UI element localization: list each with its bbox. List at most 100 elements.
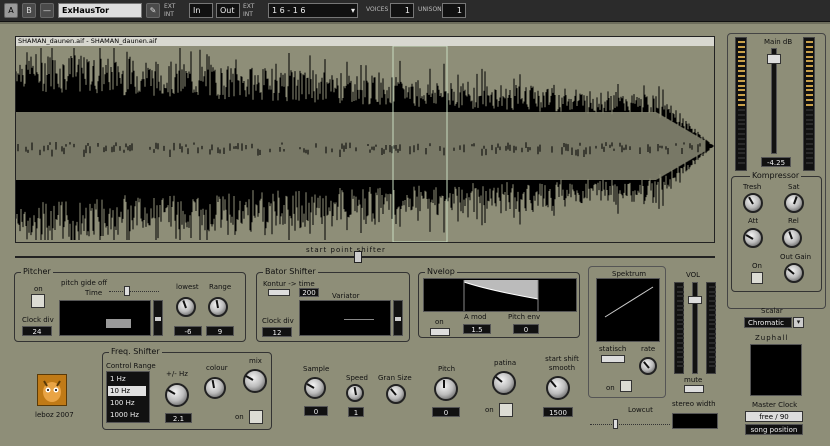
lowcut-label: Lowcut — [628, 406, 653, 414]
start-shift-smooth-knob[interactable] — [546, 376, 570, 400]
scalar-select[interactable]: Chromatic — [744, 317, 792, 328]
voices-field[interactable]: 1 — [390, 3, 414, 18]
sample-knob[interactable] — [304, 377, 326, 399]
hz-value[interactable]: 2.1 — [165, 413, 192, 423]
lowest-knob[interactable] — [176, 297, 196, 317]
range-knob[interactable] — [208, 297, 228, 317]
pitch-scroll-track[interactable] — [153, 300, 163, 336]
pitch-value[interactable]: 0 — [432, 407, 460, 417]
pitch-env-value[interactable]: 0 — [513, 324, 539, 334]
meter-segment — [677, 318, 684, 321]
meter-segment — [738, 41, 745, 43]
slot-a-button[interactable]: A — [4, 3, 18, 18]
glide-slider-handle[interactable] — [124, 286, 130, 296]
meter-segment — [709, 365, 716, 368]
nvelop-on-button[interactable] — [430, 328, 450, 336]
meter-segment — [677, 286, 684, 288]
mix-knob[interactable] — [243, 369, 267, 393]
glide-slider-track[interactable] — [109, 291, 159, 292]
meter-segment — [709, 309, 716, 312]
att-knob[interactable] — [743, 228, 763, 248]
thresh-knob[interactable] — [743, 193, 763, 213]
range-option-10hz[interactable]: 10 Hz — [108, 386, 146, 396]
sat-knob[interactable] — [784, 193, 804, 213]
start-shift-smooth-value[interactable]: 1500 — [543, 407, 573, 417]
instrument-name-field[interactable]: ExHausTor — [58, 3, 142, 18]
lowcut-slider-track[interactable] — [590, 424, 670, 425]
patina-on-toggle[interactable] — [499, 403, 513, 417]
patina-knob[interactable] — [492, 371, 516, 395]
chevron-down-icon[interactable]: ▾ — [793, 317, 804, 328]
vol-label: VOL — [686, 271, 701, 279]
hz-knob[interactable] — [165, 383, 189, 407]
spektrum-display[interactable] — [596, 278, 660, 342]
rel-knob[interactable] — [782, 228, 802, 248]
unison-field[interactable]: 1 — [442, 3, 466, 18]
pitch-knob[interactable] — [434, 377, 458, 401]
kontur-button[interactable] — [268, 289, 290, 296]
a-mod-value[interactable]: 1.5 — [463, 324, 491, 334]
spektrum-on-toggle[interactable] — [620, 380, 632, 392]
waveform-display[interactable]: SHAMAN_daunen.aif - SHAMAN_daunen.aif — [15, 36, 715, 243]
meter-segment — [806, 50, 813, 53]
variator-scroll-track[interactable] — [393, 300, 403, 336]
meter-segment — [677, 323, 684, 326]
rate-knob[interactable] — [639, 357, 657, 375]
out-gain-knob[interactable] — [784, 263, 804, 283]
meter-segment — [738, 118, 745, 121]
variator-display[interactable] — [299, 300, 391, 336]
sample-value[interactable]: 0 — [304, 406, 328, 416]
gran-size-knob[interactable] — [386, 384, 406, 404]
range-option-1hz[interactable]: 1 Hz — [108, 374, 146, 384]
bator-clock-div-value[interactable]: 12 — [262, 327, 292, 337]
lowest-value[interactable]: -6 — [174, 326, 202, 336]
statisch-button[interactable] — [601, 355, 625, 363]
start-shifter-track[interactable] — [15, 256, 715, 258]
collapse-button[interactable]: — — [40, 3, 54, 18]
colour-knob[interactable] — [204, 377, 226, 399]
meter-segment — [806, 128, 813, 131]
meter-segment — [709, 346, 716, 349]
pitcher-on-toggle[interactable] — [31, 294, 45, 308]
wrench-icon[interactable]: ✎ — [146, 3, 160, 18]
vol-slider-handle[interactable] — [688, 296, 702, 304]
meter-segment — [709, 300, 716, 302]
range-option-1000hz[interactable]: 1000 Hz — [108, 410, 146, 420]
pitcher-clock-div-value[interactable]: 24 — [22, 326, 52, 336]
input-select[interactable]: In — [189, 3, 213, 18]
meter-segment — [806, 84, 813, 87]
statisch-label: statisch — [599, 345, 627, 353]
rel-label: Rel — [788, 217, 799, 225]
control-range-list[interactable]: 1 Hz 10 Hz 100 Hz 1000 Hz — [106, 371, 150, 423]
stereo-width-display[interactable] — [672, 413, 718, 429]
main-db-slider-handle[interactable] — [767, 54, 781, 64]
envelope-display[interactable] — [423, 278, 577, 312]
range-value[interactable]: 9 — [206, 326, 234, 336]
pitch-env-label: Pitch env — [508, 313, 541, 321]
meter-segment — [677, 309, 684, 312]
freq-on-toggle[interactable] — [249, 410, 263, 424]
pitch-sequence-display[interactable] — [59, 300, 151, 336]
master-clock-value[interactable]: free / 90 — [745, 411, 803, 422]
bator-time-value[interactable]: 200 — [299, 288, 319, 297]
meter-segment — [806, 157, 813, 160]
zuphall-display[interactable] — [750, 344, 802, 396]
meter-segment — [709, 290, 716, 293]
slot-b-button[interactable]: B — [22, 3, 36, 18]
speed-knob[interactable] — [346, 384, 364, 402]
speed-value[interactable]: 1 — [348, 407, 364, 417]
range-option-100hz[interactable]: 100 Hz — [108, 398, 146, 408]
komp-on-toggle[interactable] — [751, 272, 763, 284]
sample-label: Sample — [303, 365, 330, 373]
output-select[interactable]: Out — [216, 3, 240, 18]
meter-segment — [677, 304, 684, 307]
chevron-down-icon: ▾ — [350, 6, 355, 15]
meter-segment — [738, 142, 745, 145]
lowcut-slider-handle[interactable] — [613, 419, 618, 429]
meter-segment — [677, 314, 684, 316]
zuphall-label: Zuphall — [755, 334, 789, 342]
pitcher-clock-div-label: Clock div — [22, 316, 54, 324]
midi-range-select[interactable]: 1 6 - 1 6 ▾ — [268, 3, 358, 18]
meter-segment — [738, 123, 745, 126]
mute-button[interactable] — [684, 385, 704, 393]
